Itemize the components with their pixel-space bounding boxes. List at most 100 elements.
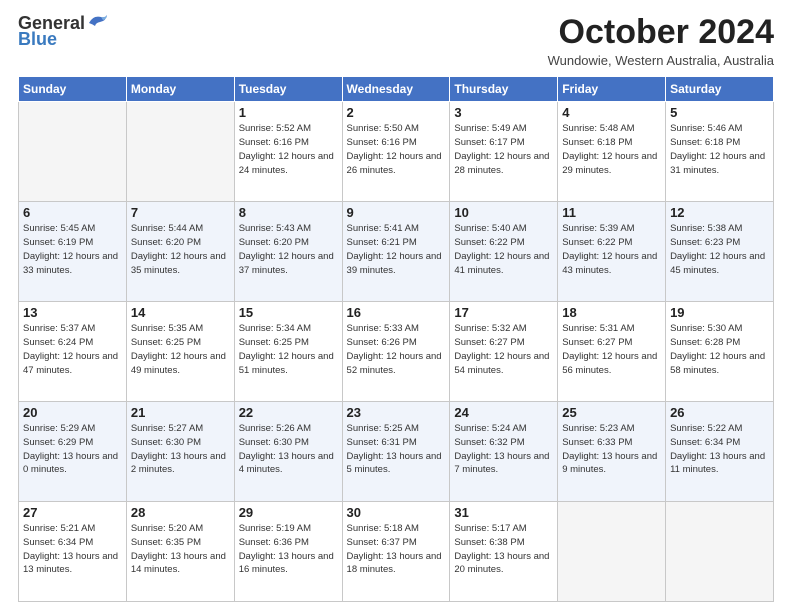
day-info: Sunrise: 5:17 AM Sunset: 6:38 PM Dayligh… [454,522,553,577]
day-info: Sunrise: 5:20 AM Sunset: 6:35 PM Dayligh… [131,522,230,577]
calendar-week-row: 20 Sunrise: 5:29 AM Sunset: 6:29 PM Dayli… [19,402,774,502]
calendar-cell: 27Sunrise: 5:21 AM Sunset: 6:34 PM Dayli… [19,502,127,602]
day-info: Sunrise: 5:26 AM Sunset: 6:30 PM Dayligh… [239,422,338,477]
day-info: Sunrise: 5:34 AM Sunset: 6:25 PM Dayligh… [239,322,338,377]
col-sunday: Sunday [19,77,127,102]
calendar-cell: 30Sunrise: 5:18 AM Sunset: 6:37 PM Dayli… [342,502,450,602]
logo-blue: Blue [18,30,57,50]
calendar-cell: 15 Sunrise: 5:34 AM Sunset: 6:25 PM Dayli… [234,302,342,402]
day-info: Sunrise: 5:39 AM Sunset: 6:22 PM Dayligh… [562,222,661,277]
day-info: Sunrise: 5:25 AM Sunset: 6:31 PM Dayligh… [347,422,446,477]
calendar-header-row: Sunday Monday Tuesday Wednesday Thursday… [19,77,774,102]
day-info: Sunrise: 5:50 AM Sunset: 6:16 PM Dayligh… [347,122,446,177]
calendar-cell: 11 Sunrise: 5:39 AM Sunset: 6:22 PM Dayli… [558,202,666,302]
day-number: 7 [131,205,230,220]
calendar: Sunday Monday Tuesday Wednesday Thursday… [18,76,774,602]
day-number: 5 [670,105,769,120]
calendar-week-row: 1 Sunrise: 5:52 AM Sunset: 6:16 PM Daylig… [19,102,774,202]
calendar-cell: 24 Sunrise: 5:24 AM Sunset: 6:32 PM Dayli… [450,402,558,502]
day-info: Sunrise: 5:23 AM Sunset: 6:33 PM Dayligh… [562,422,661,477]
calendar-cell: 4 Sunrise: 5:48 AM Sunset: 6:18 PM Daylig… [558,102,666,202]
calendar-cell: 12Sunrise: 5:38 AM Sunset: 6:23 PM Dayli… [666,202,774,302]
page: General Blue October 2024 Wundowie, West… [0,0,792,612]
day-number: 26 [670,405,769,420]
day-number: 2 [347,105,446,120]
day-info: Sunrise: 5:33 AM Sunset: 6:26 PM Dayligh… [347,322,446,377]
day-number: 10 [454,205,553,220]
day-number: 11 [562,205,661,220]
calendar-cell: 10 Sunrise: 5:40 AM Sunset: 6:22 PM Dayli… [450,202,558,302]
logo: General Blue [18,14,109,50]
day-number: 16 [347,305,446,320]
day-number: 1 [239,105,338,120]
day-number: 31 [454,505,553,520]
calendar-cell: 13Sunrise: 5:37 AM Sunset: 6:24 PM Dayli… [19,302,127,402]
calendar-cell [558,502,666,602]
calendar-cell [126,102,234,202]
day-info: Sunrise: 5:41 AM Sunset: 6:21 PM Dayligh… [347,222,446,277]
calendar-cell: 31 Sunrise: 5:17 AM Sunset: 6:38 PM Dayli… [450,502,558,602]
calendar-cell [19,102,127,202]
day-info: Sunrise: 5:52 AM Sunset: 6:16 PM Dayligh… [239,122,338,177]
day-info: Sunrise: 5:24 AM Sunset: 6:32 PM Dayligh… [454,422,553,477]
col-monday: Monday [126,77,234,102]
calendar-cell: 19 Sunrise: 5:30 AM Sunset: 6:28 PM Dayli… [666,302,774,402]
col-friday: Friday [558,77,666,102]
calendar-cell: 7 Sunrise: 5:44 AM Sunset: 6:20 PM Daylig… [126,202,234,302]
day-number: 3 [454,105,553,120]
day-info: Sunrise: 5:35 AM Sunset: 6:25 PM Dayligh… [131,322,230,377]
day-info: Sunrise: 5:48 AM Sunset: 6:18 PM Dayligh… [562,122,661,177]
calendar-cell: 5Sunrise: 5:46 AM Sunset: 6:18 PM Daylig… [666,102,774,202]
day-number: 28 [131,505,230,520]
location: Wundowie, Western Australia, Australia [548,53,774,68]
calendar-cell: 2 Sunrise: 5:50 AM Sunset: 6:16 PM Daylig… [342,102,450,202]
day-number: 24 [454,405,553,420]
calendar-cell: 9Sunrise: 5:41 AM Sunset: 6:21 PM Daylig… [342,202,450,302]
calendar-cell: 29 Sunrise: 5:19 AM Sunset: 6:36 PM Dayli… [234,502,342,602]
day-number: 14 [131,305,230,320]
calendar-cell: 18 Sunrise: 5:31 AM Sunset: 6:27 PM Dayli… [558,302,666,402]
calendar-cell: 25 Sunrise: 5:23 AM Sunset: 6:33 PM Dayli… [558,402,666,502]
day-info: Sunrise: 5:30 AM Sunset: 6:28 PM Dayligh… [670,322,769,377]
calendar-cell: 8Sunrise: 5:43 AM Sunset: 6:20 PM Daylig… [234,202,342,302]
day-number: 25 [562,405,661,420]
day-number: 8 [239,205,338,220]
day-number: 23 [347,405,446,420]
day-info: Sunrise: 5:29 AM Sunset: 6:29 PM Dayligh… [23,422,122,477]
logo-bird-icon [87,13,109,31]
day-number: 18 [562,305,661,320]
day-info: Sunrise: 5:44 AM Sunset: 6:20 PM Dayligh… [131,222,230,277]
day-info: Sunrise: 5:19 AM Sunset: 6:36 PM Dayligh… [239,522,338,577]
calendar-cell: 3 Sunrise: 5:49 AM Sunset: 6:17 PM Daylig… [450,102,558,202]
calendar-week-row: 27Sunrise: 5:21 AM Sunset: 6:34 PM Dayli… [19,502,774,602]
day-number: 21 [131,405,230,420]
title-block: October 2024 Wundowie, Western Australia… [548,14,774,68]
day-number: 15 [239,305,338,320]
calendar-cell: 14 Sunrise: 5:35 AM Sunset: 6:25 PM Dayli… [126,302,234,402]
month-title: October 2024 [548,14,774,51]
day-info: Sunrise: 5:31 AM Sunset: 6:27 PM Dayligh… [562,322,661,377]
calendar-week-row: 6Sunrise: 5:45 AM Sunset: 6:19 PM Daylig… [19,202,774,302]
calendar-cell: 23 Sunrise: 5:25 AM Sunset: 6:31 PM Dayli… [342,402,450,502]
calendar-cell: 21Sunrise: 5:27 AM Sunset: 6:30 PM Dayli… [126,402,234,502]
day-info: Sunrise: 5:21 AM Sunset: 6:34 PM Dayligh… [23,522,122,577]
col-tuesday: Tuesday [234,77,342,102]
day-info: Sunrise: 5:49 AM Sunset: 6:17 PM Dayligh… [454,122,553,177]
day-number: 22 [239,405,338,420]
day-info: Sunrise: 5:40 AM Sunset: 6:22 PM Dayligh… [454,222,553,277]
day-number: 30 [347,505,446,520]
header: General Blue October 2024 Wundowie, West… [18,14,774,68]
day-number: 17 [454,305,553,320]
day-number: 4 [562,105,661,120]
day-number: 20 [23,405,122,420]
day-info: Sunrise: 5:37 AM Sunset: 6:24 PM Dayligh… [23,322,122,377]
day-info: Sunrise: 5:32 AM Sunset: 6:27 PM Dayligh… [454,322,553,377]
day-info: Sunrise: 5:22 AM Sunset: 6:34 PM Dayligh… [670,422,769,477]
calendar-cell: 22 Sunrise: 5:26 AM Sunset: 6:30 PM Dayli… [234,402,342,502]
day-number: 19 [670,305,769,320]
col-thursday: Thursday [450,77,558,102]
calendar-cell: 28 Sunrise: 5:20 AM Sunset: 6:35 PM Dayli… [126,502,234,602]
day-number: 6 [23,205,122,220]
calendar-cell: 6Sunrise: 5:45 AM Sunset: 6:19 PM Daylig… [19,202,127,302]
day-number: 29 [239,505,338,520]
